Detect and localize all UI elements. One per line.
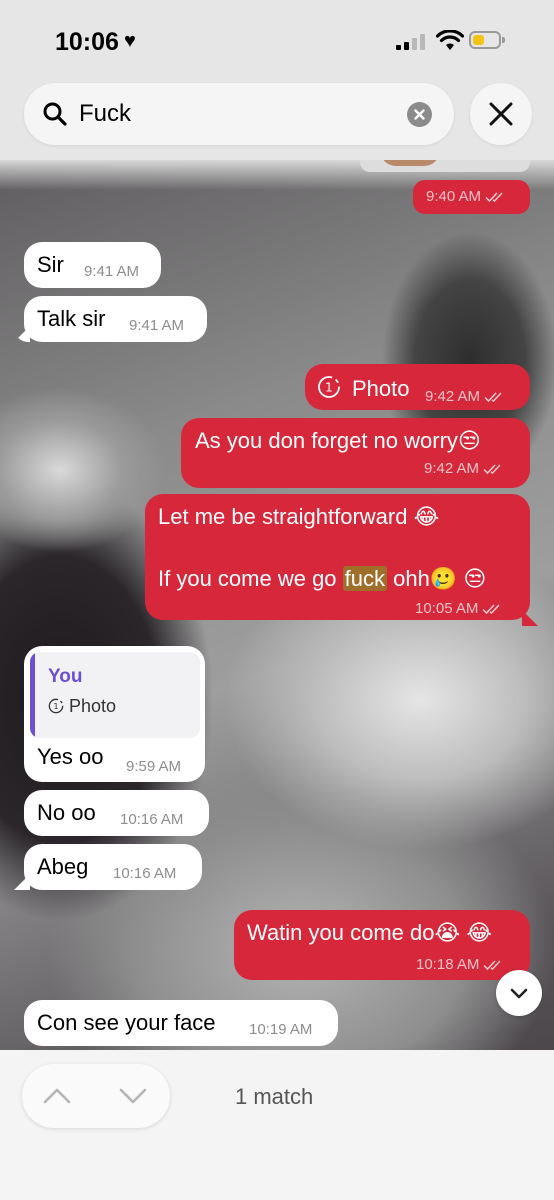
battery-icon (469, 31, 505, 49)
message-text: As you don forget no worry😒 (195, 428, 481, 453)
message-time: 9:41 AM (84, 263, 140, 280)
search-icon (43, 102, 67, 126)
read-ticks-icon (483, 464, 501, 475)
message-time: 10:16 AM (113, 865, 177, 882)
read-ticks-icon (484, 392, 502, 403)
message-incoming[interactable]: No oo 10:16 AM (24, 790, 209, 836)
status-time: 10:06 (55, 28, 119, 56)
chevron-down-icon[interactable] (118, 1084, 148, 1108)
message-text: Sir (37, 252, 64, 277)
message-incoming[interactable]: Talk sir 9:41 AM (24, 296, 207, 342)
message-incoming[interactable]: Sir 9:41 AM (24, 242, 161, 288)
timer-icon: 1 (48, 698, 64, 714)
read-ticks-icon (485, 192, 503, 203)
status-bar: 10:06 ♥ (0, 0, 554, 80)
message-text: Con see your face (37, 1010, 216, 1035)
chevron-down-icon (510, 988, 528, 999)
timer-icon: 1 (318, 376, 340, 398)
search-input[interactable] (79, 95, 399, 133)
message-text: Yes oo (37, 744, 104, 769)
message-outgoing-matched[interactable]: Let me be straightforward 😂 If you come … (145, 494, 530, 620)
search-navigation-bar: 1 match (0, 1050, 554, 1200)
message-text: Photo (352, 376, 410, 401)
close-icon (489, 102, 513, 126)
message-time: 9:42 AM (424, 460, 480, 477)
search-match-highlight: fuck (342, 566, 388, 591)
close-search-button[interactable] (470, 83, 532, 145)
message-outgoing[interactable]: 9:40 AM (413, 180, 530, 214)
message-time: 9:41 AM (129, 317, 185, 334)
message-incoming[interactable]: Con see your face 10:19 AM (24, 1000, 338, 1046)
message-text-line1: Let me be straightforward 😂 (158, 504, 440, 529)
message-text: Talk sir (37, 306, 106, 331)
reply-text: Photo (69, 696, 117, 716)
message-text: No oo (37, 800, 96, 825)
photo-thumbnail[interactable] (360, 160, 530, 172)
quoted-reply[interactable]: You 1 Photo (30, 652, 200, 738)
bubble-tail (522, 610, 538, 626)
reply-author: You (48, 666, 83, 687)
bubble-tail (14, 874, 30, 890)
svg-text:1: 1 (53, 702, 58, 711)
message-outgoing[interactable]: Watin you come do😭 😂 10:18 AM (234, 910, 530, 980)
scroll-to-bottom-button[interactable] (496, 970, 542, 1016)
chevron-up-icon[interactable] (42, 1084, 72, 1108)
message-incoming-reply[interactable]: You 1 Photo Yes oo 9:59 AM (24, 646, 205, 782)
heart-icon: ♥ (124, 30, 136, 52)
message-time: 10:05 AM (415, 600, 479, 617)
message-outgoing[interactable]: As you don forget no worry😒 9:42 AM (181, 418, 530, 488)
clear-icon[interactable] (407, 102, 432, 127)
message-text-line2: If you come we go fuck ohh🥲 😒 (158, 566, 487, 591)
message-time: 9:40 AM (426, 188, 482, 205)
message-time: 9:42 AM (425, 388, 481, 405)
svg-text:1: 1 (325, 381, 333, 395)
message-time: 10:18 AM (416, 956, 480, 973)
message-outgoing-photo[interactable]: 1 Photo 9:42 AM (305, 364, 530, 410)
wifi-icon (436, 30, 464, 50)
message-text: Watin you come do😭 😂 (247, 920, 493, 945)
search-bar[interactable] (24, 83, 454, 145)
match-navigation (22, 1064, 170, 1128)
message-time: 10:16 AM (120, 811, 184, 828)
message-time: 9:59 AM (126, 758, 182, 775)
message-time: 10:19 AM (249, 1021, 313, 1038)
signal-icon (396, 34, 426, 50)
match-count: 1 match (235, 1084, 314, 1109)
message-incoming[interactable]: Abeg 10:16 AM (24, 844, 202, 890)
message-list[interactable]: 9:40 AM Sir 9:41 AM Talk sir 9:41 AM 1 P… (0, 160, 554, 1050)
message-text: Abeg (37, 854, 89, 879)
read-ticks-icon (482, 604, 500, 615)
